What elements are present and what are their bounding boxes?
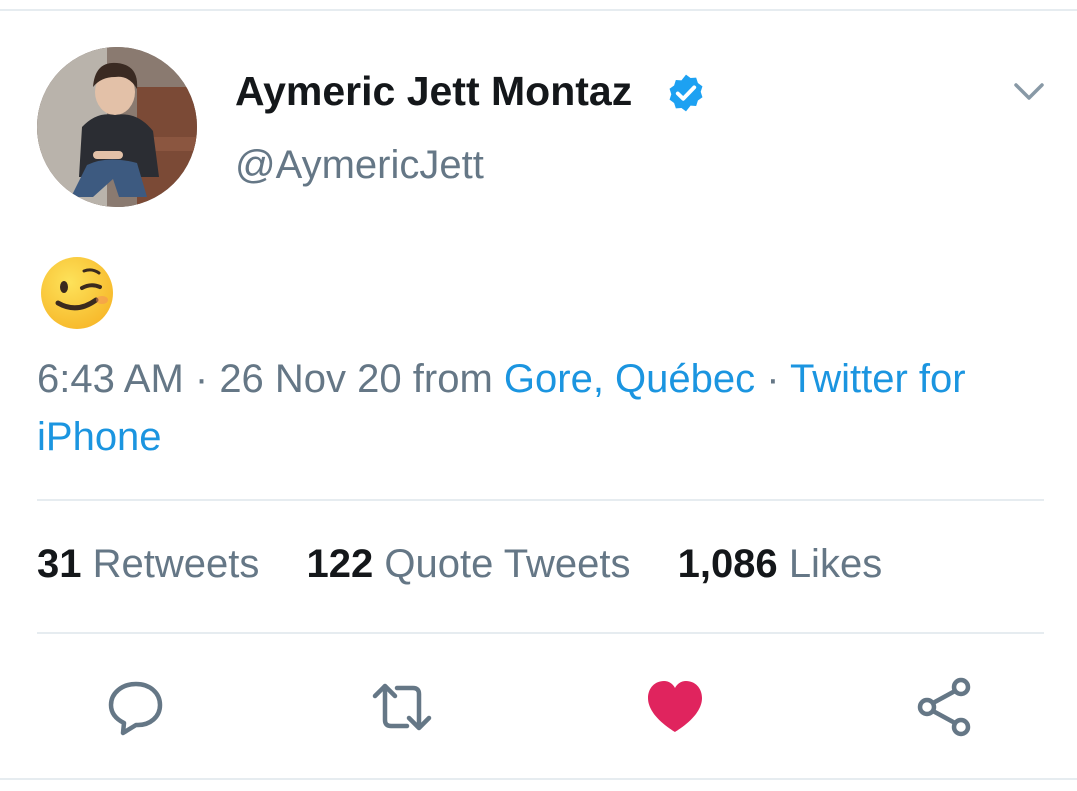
- likes-stat[interactable]: 1,086 Likes: [678, 542, 883, 586]
- retweets-stat[interactable]: 31 Retweets: [37, 542, 259, 586]
- divider: [37, 499, 1044, 501]
- quote-tweets-stat[interactable]: 122 Quote Tweets: [307, 542, 631, 586]
- likes-count: 1,086: [677, 542, 778, 586]
- retweet-icon[interactable]: [371, 676, 433, 738]
- user-handle[interactable]: @AymericJett: [235, 143, 484, 188]
- reply-icon[interactable]: [105, 676, 167, 738]
- chevron-down-icon[interactable]: [1012, 76, 1046, 106]
- quote-tweets-label: Quote Tweets: [384, 542, 631, 586]
- tweet-metadata: 6:43 AM · 26 Nov 20 from Gore, Québec · …: [37, 350, 1037, 466]
- divider: [37, 632, 1044, 634]
- winking-face-emoji: [41, 257, 113, 329]
- heart-icon[interactable]: [644, 676, 706, 738]
- tweet-date[interactable]: 26 Nov 20: [219, 357, 401, 401]
- top-divider: [0, 9, 1077, 11]
- quote-tweets-count: 122: [306, 542, 374, 586]
- from-label: from: [401, 357, 504, 401]
- location-link[interactable]: Gore, Québec: [504, 357, 755, 401]
- retweets-label: Retweets: [92, 542, 260, 586]
- tweet-time[interactable]: 6:43 AM: [37, 357, 184, 401]
- avatar-photo: [37, 47, 197, 207]
- engagement-stats: 31 Retweets 122 Quote Tweets 1,086 Likes: [37, 542, 918, 587]
- meta-separator: ·: [183, 357, 220, 401]
- bottom-divider: [0, 778, 1077, 780]
- likes-label: Likes: [788, 542, 883, 586]
- verified-badge-icon: [669, 74, 703, 112]
- share-icon[interactable]: [914, 676, 976, 738]
- retweets-count: 31: [37, 542, 82, 586]
- display-name[interactable]: Aymeric Jett Montaz: [235, 68, 632, 115]
- meta-separator-2: ·: [755, 357, 790, 401]
- avatar[interactable]: [37, 47, 197, 207]
